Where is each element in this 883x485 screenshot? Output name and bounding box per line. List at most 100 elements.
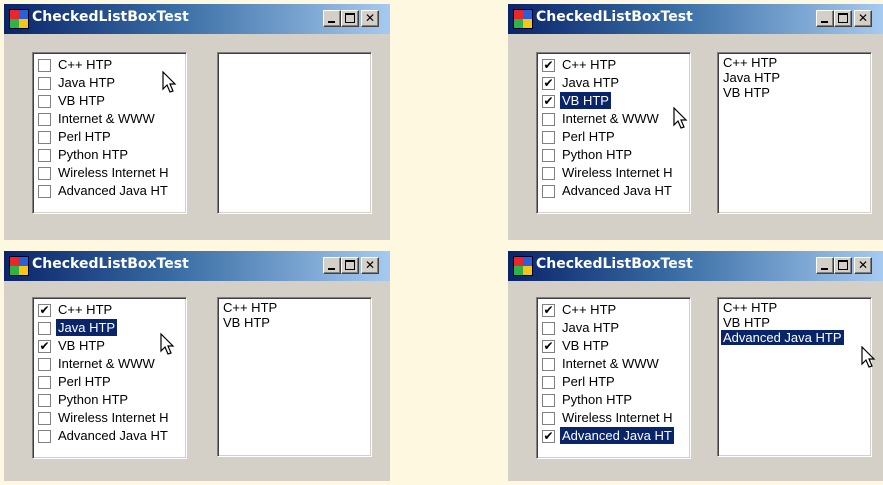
list-item[interactable]: VB HTP (721, 85, 772, 100)
list-item[interactable]: Java HTP (721, 70, 782, 85)
maximize-button[interactable] (341, 257, 359, 274)
checkbox[interactable] (38, 185, 51, 198)
checked-list-item[interactable]: Internet & WWW (38, 355, 184, 372)
list-box[interactable] (217, 52, 372, 214)
checkbox[interactable] (38, 113, 51, 126)
checked-list-item[interactable]: ✔ Java HTP (542, 74, 688, 91)
checkbox[interactable]: ✔ (542, 95, 555, 108)
list-item[interactable]: VB HTP (721, 315, 772, 330)
close-button[interactable]: ✕ (361, 257, 379, 274)
checked-list-item[interactable]: Perl HTP (38, 128, 184, 145)
checkbox[interactable] (38, 95, 51, 108)
title-bar[interactable]: CheckedListBoxTest ✕ (508, 251, 883, 281)
close-button[interactable]: ✕ (361, 10, 379, 27)
checkbox[interactable] (542, 185, 555, 198)
checked-list-box[interactable]: ✔ C++ HTP ✔ Java HTP ✔ VB HTP Internet & WWW Pe… (536, 52, 691, 214)
checked-list-item[interactable]: ✔ Advanced Java HT (542, 427, 688, 444)
checkbox[interactable] (38, 430, 51, 443)
checked-list-item[interactable]: Advanced Java HT (542, 182, 688, 199)
checked-list-item[interactable]: ✔ C++ HTP (38, 301, 184, 318)
list-item[interactable]: C++ HTP (721, 55, 779, 70)
checked-list-item[interactable]: Java HTP (542, 319, 688, 336)
checked-list-item[interactable]: ✔ C++ HTP (542, 301, 688, 318)
checkbox[interactable] (542, 113, 555, 126)
checked-list-item[interactable]: Perl HTP (542, 128, 688, 145)
checked-list-box[interactable]: ✔ C++ HTP Java HTP ✔ VB HTP Internet & WWW Per… (32, 297, 187, 459)
checkbox[interactable] (38, 358, 51, 371)
checked-list-item[interactable]: ✔ C++ HTP (542, 56, 688, 73)
checked-list-item[interactable]: Internet & WWW (542, 110, 688, 127)
mouse-pointer-icon (673, 107, 688, 129)
checked-list-item[interactable]: Wireless Internet H (542, 164, 688, 181)
checkbox[interactable] (542, 167, 555, 180)
checked-list-item[interactable]: Advanced Java HT (38, 182, 184, 199)
checked-list-item[interactable]: Python HTP (38, 391, 184, 408)
checked-list-item[interactable]: Python HTP (38, 146, 184, 163)
checked-list-item-label: Advanced Java HT (58, 183, 168, 198)
checkbox[interactable]: ✔ (542, 304, 555, 317)
list-box[interactable]: C++ HTP VB HTP Advanced Java HTP (717, 297, 872, 457)
checkbox[interactable] (38, 394, 51, 407)
title-bar[interactable]: CheckedListBoxTest ✕ (4, 251, 390, 281)
checked-list-item-label: Internet & WWW (58, 356, 155, 371)
checked-list-item-label: C++ HTP (58, 57, 113, 72)
checkbox[interactable]: ✔ (542, 77, 555, 90)
list-box[interactable]: C++ HTP VB HTP (217, 297, 372, 457)
checked-list-item-label: Wireless Internet H (562, 410, 673, 425)
close-button[interactable]: ✕ (854, 10, 872, 27)
checked-list-item-label: C++ HTP (562, 302, 617, 317)
checkbox[interactable] (38, 59, 51, 72)
checked-list-item[interactable]: Internet & WWW (542, 355, 688, 372)
checkbox[interactable] (542, 412, 555, 425)
checkbox[interactable]: ✔ (542, 430, 555, 443)
checked-list-item[interactable]: Wireless Internet H (38, 409, 184, 426)
checked-list-item[interactable]: Wireless Internet H (38, 164, 184, 181)
checked-list-item[interactable]: Python HTP (542, 146, 688, 163)
checkbox[interactable]: ✔ (38, 304, 51, 317)
checkbox[interactable] (542, 322, 555, 335)
checked-list-item[interactable]: Perl HTP (38, 373, 184, 390)
list-item[interactable]: Advanced Java HTP (721, 330, 844, 345)
close-button[interactable]: ✕ (854, 257, 872, 274)
maximize-button[interactable] (834, 10, 852, 27)
checkbox[interactable] (38, 322, 51, 335)
checked-list-item[interactable]: ✔ VB HTP (542, 337, 688, 354)
checked-list-item[interactable]: Internet & WWW (38, 110, 184, 127)
checkbox[interactable]: ✔ (542, 340, 555, 353)
minimize-button[interactable] (816, 10, 834, 27)
checkbox[interactable] (38, 376, 51, 389)
checkedlistboxtest-window-1: CheckedListBoxTest ✕ C++ HTP Java HTP VB HTP… (4, 4, 390, 240)
checkbox[interactable] (542, 131, 555, 144)
checked-list-item[interactable]: Wireless Internet H (542, 409, 688, 426)
checkbox[interactable] (542, 358, 555, 371)
checked-list-item[interactable]: ✔ VB HTP (542, 92, 688, 109)
checkbox[interactable] (38, 167, 51, 180)
checked-list-item[interactable]: Advanced Java HT (38, 427, 184, 444)
maximize-button[interactable] (341, 10, 359, 27)
checkbox[interactable]: ✔ (38, 340, 51, 353)
checkbox[interactable] (38, 131, 51, 144)
checkbox[interactable] (542, 149, 555, 162)
checkbox[interactable] (38, 149, 51, 162)
minimize-button[interactable] (323, 257, 341, 274)
title-bar[interactable]: CheckedListBoxTest ✕ (508, 4, 883, 34)
list-box[interactable]: C++ HTP Java HTP VB HTP (717, 52, 872, 214)
list-item[interactable]: C++ HTP (721, 300, 779, 315)
checked-list-item[interactable]: Perl HTP (542, 373, 688, 390)
title-bar[interactable]: CheckedListBoxTest ✕ (4, 4, 390, 34)
checked-list-item[interactable]: Python HTP (542, 391, 688, 408)
maximize-button[interactable] (834, 257, 852, 274)
checkbox[interactable] (38, 77, 51, 90)
checkbox[interactable] (38, 412, 51, 425)
list-item[interactable]: VB HTP (221, 315, 272, 330)
checkbox[interactable]: ✔ (542, 59, 555, 72)
checked-list-item-label: Perl HTP (562, 129, 615, 144)
checked-list-box[interactable]: ✔ C++ HTP Java HTP ✔ VB HTP Internet & WWW Per… (536, 297, 691, 459)
checkbox[interactable] (542, 394, 555, 407)
checkedlistboxtest-window-2: CheckedListBoxTest ✕ ✔ C++ HTP ✔ Java HTP ✔ VB … (508, 4, 883, 240)
minimize-button[interactable] (323, 10, 341, 27)
checkbox[interactable] (542, 376, 555, 389)
minimize-button[interactable] (816, 257, 834, 274)
app-icon (513, 256, 533, 276)
list-item[interactable]: C++ HTP (221, 300, 279, 315)
